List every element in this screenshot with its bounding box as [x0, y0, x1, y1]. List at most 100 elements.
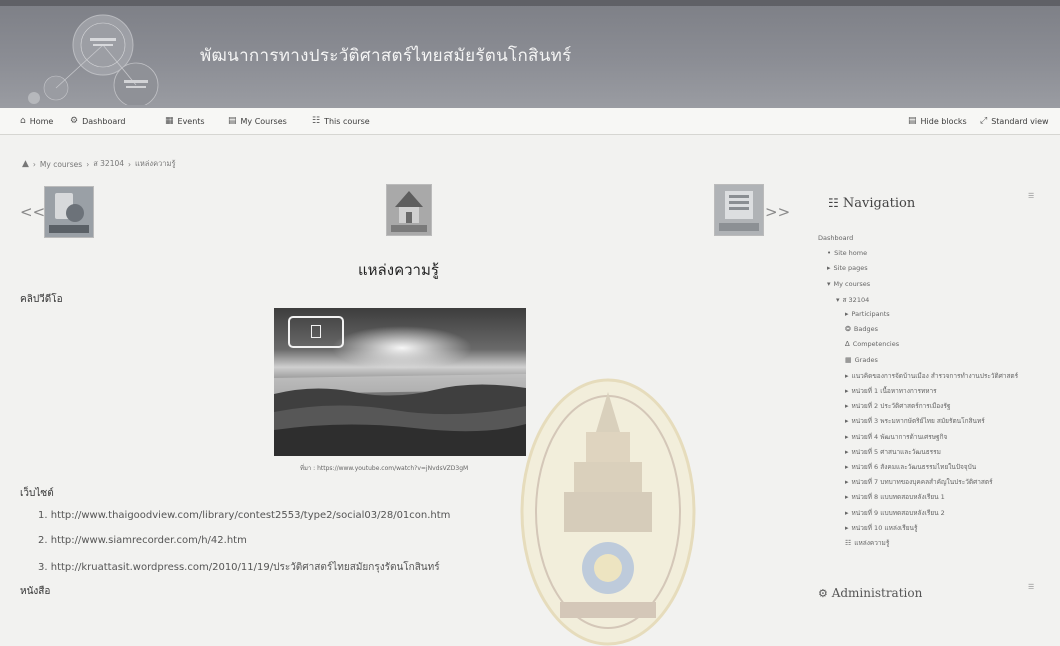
nav-tree-item[interactable]: ▸ หน่วยที่ 9 แบบทดสอบหลังเรียน 2: [845, 508, 945, 518]
site-title: พัฒนาการทางประวัติศาสตร์ไทยสมัยรัตนโกสิน…: [200, 46, 572, 66]
previous-activity-link[interactable]: <<: [20, 203, 45, 221]
hide-blocks-icon: ▤: [908, 116, 917, 126]
badge-icon: ❂: [845, 325, 851, 334]
breadcrumb: ▲ › My courses › ส 32104 › แหล่งความรู้: [22, 158, 175, 170]
link-number: 1.: [38, 510, 48, 521]
page-title: แหล่งความรู้: [358, 261, 439, 279]
nav-tree-item[interactable]: ▸ หน่วยที่ 4 พัฒนาการด้านเศรษฐกิจ: [845, 432, 947, 442]
chevron-right-icon: ▸: [845, 387, 849, 395]
nav-tree-item-label: หน่วยที่ 9 แบบทดสอบหลังเรียน 2: [851, 508, 945, 517]
chevron-right-icon: ▸: [845, 478, 849, 487]
nav-tree-item-label: Badges: [853, 325, 878, 334]
link-url[interactable]: http://www.siamrecorder.com/h/42.htm: [51, 535, 247, 546]
header-banner: พัฒนาการทางประวัติศาสตร์ไทยสมัยรัตนโกสิน…: [0, 0, 1060, 108]
bullet-icon: •: [827, 249, 832, 258]
nav-tree-item[interactable]: ▾ ส 32104: [836, 295, 869, 305]
page-icon: ☷: [845, 539, 852, 547]
website-link-2[interactable]: 2. http://www.siamrecorder.com/h/42.htm: [38, 535, 247, 546]
previous-activity-thumbnail[interactable]: [44, 186, 94, 238]
top-navbar: ⌂ Home ⚙ Dashboard ▦ Events ▤ My Courses…: [0, 108, 1060, 135]
home-icon: ⌂: [20, 116, 26, 126]
nav-events-label: Events: [177, 116, 205, 126]
nav-dashboard[interactable]: ⚙ Dashboard: [70, 116, 125, 126]
nav-tree-item[interactable]: ▸ Participants: [845, 310, 890, 318]
website-section-heading: เว็บไซต์: [20, 488, 54, 499]
website-link-3[interactable]: 3. http://kruattasit.wordpress.com/2010/…: [38, 560, 440, 575]
nav-tree-item[interactable]: ▸ หน่วยที่ 10 แหล่งเรียนรู้: [845, 523, 917, 533]
nav-tree-item[interactable]: ▸ หน่วยที่ 2 ประวัติศาสตร์การเมืองรัฐ: [845, 401, 950, 411]
link-number: 2.: [38, 535, 48, 546]
next-activity-link[interactable]: >>: [765, 203, 790, 221]
nav-tree-item[interactable]: ❂ Badges: [845, 325, 878, 333]
chevron-right-icon: ▸: [845, 417, 849, 426]
expand-icon: ⤢: [980, 116, 988, 126]
play-button[interactable]: [288, 316, 344, 348]
nav-tree-item-label: หน่วยที่ 6 สังคมและวัฒนธรรมไทยในปัจจุบัน: [851, 463, 977, 471]
nav-tree-item[interactable]: ▦ Grades: [845, 356, 878, 364]
sitemap-icon: ☷: [312, 116, 321, 126]
nav-tree-item-label: หน่วยที่ 4 พัฒนาการด้านเศรษฐกิจ: [851, 432, 948, 441]
nav-this-course[interactable]: ☷ This course: [312, 116, 370, 126]
nav-tree-item[interactable]: ▸ หน่วยที่ 7 บทบาทของบุคคลสำคัญในประวัติศ…: [845, 477, 993, 487]
nav-tree-item-label: ส 32104: [842, 295, 870, 304]
link-url[interactable]: http://kruattasit.wordpress.com/2010/11/…: [51, 562, 440, 573]
nav-tree-item-label: Competencies: [852, 340, 900, 349]
navigation-block-title: ☷ Navigation: [828, 196, 915, 211]
nav-tree-item[interactable]: ∆ Competencies: [845, 340, 899, 348]
block-controls[interactable]: ☰: [1028, 192, 1034, 200]
video-caption: ที่มา : https://www.youtube.com/watch?v=…: [300, 465, 469, 472]
chevron-right-icon: ▸: [845, 447, 849, 456]
nav-tree-item[interactable]: ☷ แหล่งความรู้: [845, 538, 889, 548]
nav-tree-item[interactable]: ▸ หน่วยที่ 6 สังคมและวัฒนธรรมไทยในปัจจุบั…: [845, 462, 976, 472]
nav-this-course-label: This course: [324, 116, 370, 126]
nav-tree-item-label: Grades: [854, 355, 878, 364]
nav-tree-item-label: หน่วยที่ 1 เนื้อหาทางการทหาร: [851, 387, 937, 395]
nav-tree-item[interactable]: ▸ หน่วยที่ 3 พระมหากษัตริย์ไทย สมัยรัตนโก…: [845, 416, 985, 426]
link-url[interactable]: http://www.thaigoodview.com/library/cont…: [51, 510, 451, 521]
nav-tree-item[interactable]: ▸ หน่วยที่ 1 เนื้อหาทางการทหาร: [845, 386, 937, 396]
nav-tree-item-label: Participants: [851, 310, 890, 318]
chevron-right-icon: ▸: [845, 463, 849, 471]
website-link-1[interactable]: 1. http://www.thaigoodview.com/library/c…: [38, 510, 450, 521]
nav-my-courses-label: My Courses: [240, 116, 287, 126]
nav-tree-item[interactable]: ▸ Site pages: [827, 264, 868, 272]
nav-dashboard-label: Dashboard: [82, 116, 126, 126]
sitemap-icon: ☷: [828, 196, 839, 210]
link-number: 3.: [38, 562, 48, 573]
grades-icon: ▦: [845, 355, 852, 364]
nav-home-label: Home: [29, 116, 54, 126]
hide-blocks-button[interactable]: ▤ Hide blocks: [908, 116, 967, 126]
standard-view-button[interactable]: ⤢ Standard view: [980, 116, 1049, 126]
nav-home[interactable]: ⌂ Home: [20, 116, 53, 126]
nav-my-courses[interactable]: ▤ My Courses: [228, 116, 287, 126]
next-activity-thumbnail[interactable]: [714, 184, 764, 236]
admin-block-controls[interactable]: ☰: [1028, 583, 1034, 591]
chevron-right-icon: ▸: [845, 310, 849, 318]
breadcrumb-my-courses[interactable]: My courses: [40, 160, 82, 169]
nav-tree-item-label: แนวคิดของการจัดบ้านเมือง สำรวจการทำงานปร…: [851, 371, 1019, 380]
video-section-heading: คลิปวีดีโอ: [20, 294, 63, 305]
nav-tree-item[interactable]: ▸ แนวคิดของการจัดบ้านเมือง สำรวจการทำงานป…: [845, 371, 1018, 381]
nav-tree-item[interactable]: ▾ My courses: [827, 280, 870, 288]
nav-events[interactable]: ▦ Events: [165, 116, 205, 126]
dashboard-icon[interactable]: ▲: [22, 159, 29, 169]
breadcrumb-separator: ›: [128, 159, 132, 169]
standard-view-label: Standard view: [991, 116, 1049, 126]
university-seal-watermark: [520, 378, 696, 646]
competency-icon: ∆: [845, 340, 850, 349]
nav-tree-item[interactable]: ▸ หน่วยที่ 5 ศาสนาและวัฒนธรรม: [845, 447, 941, 457]
navigation-title-text: Navigation: [842, 196, 916, 211]
nav-tree-item[interactable]: Dashboard: [818, 234, 853, 242]
gears-icon: ⚙: [818, 587, 828, 600]
chevron-right-icon: ▸: [845, 371, 849, 380]
nav-tree-item-label: หน่วยที่ 8 แบบทดสอบหลังเรียน 1: [851, 493, 945, 502]
chevron-right-icon: ▸: [845, 432, 849, 441]
video-player[interactable]: [274, 308, 526, 456]
nav-tree-item-label: หน่วยที่ 10 แหล่งเรียนรู้: [851, 523, 918, 532]
nav-tree-item[interactable]: • Site home: [827, 249, 867, 257]
nav-tree-item[interactable]: ▸ หน่วยที่ 8 แบบทดสอบหลังเรียน 1: [845, 492, 945, 502]
courses-icon: ▤: [228, 116, 237, 126]
breadcrumb-course[interactable]: ส 32104: [93, 158, 124, 170]
current-activity-thumbnail: [386, 184, 432, 236]
nav-tree-item-label: หน่วยที่ 7 บทบาทของบุคคลสำคัญในประวัติศา…: [851, 478, 993, 487]
